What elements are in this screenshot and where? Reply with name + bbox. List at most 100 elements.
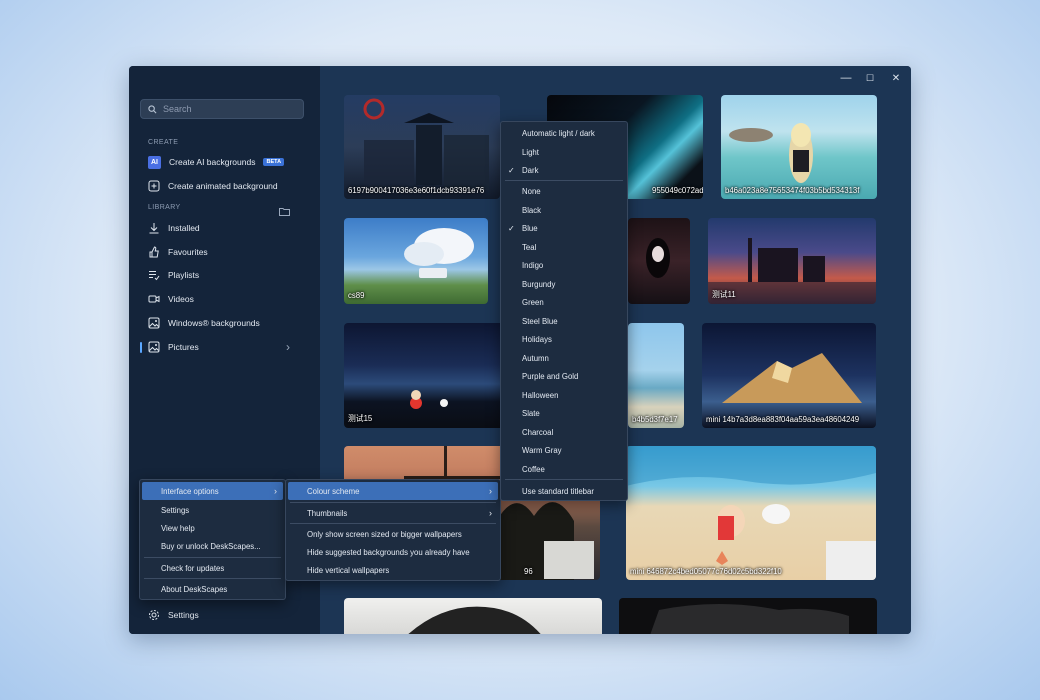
menu-item-label: None [522,186,541,196]
menu-item-label: Indigo [522,260,544,270]
interface-options-submenu: Colour scheme › Thumbnails › Only show s… [285,479,501,581]
wallpaper-tile[interactable]: 6197b900417036e3e60f1dcb93391e76 [344,95,500,199]
sidebar-item-label: Playlists [168,270,200,280]
close-button[interactable]: ✕ [885,70,907,86]
sidebar-item-installed[interactable]: Installed [141,218,307,238]
colour-option-none[interactable]: None [503,182,625,200]
search-input[interactable] [163,104,293,114]
menu-item-label: Burgundy [522,279,556,289]
beta-badge: BETA [263,158,285,166]
image-icon [148,317,160,329]
wallpaper-tile[interactable]: cs89 [344,218,488,304]
colour-option-charcoal[interactable]: Charcoal [503,423,625,441]
colour-option-automatic[interactable]: Automatic light / dark [503,124,625,142]
menu-item-label: Use standard titlebar [522,486,594,496]
tile-caption: 955049c072ad9e6 [652,186,703,195]
sidebar-item-label: Create AI backgrounds [169,157,256,167]
menu-item-thumbnails[interactable]: Thumbnails › [288,504,498,522]
sidebar-item-pictures[interactable]: Pictures › [140,337,307,357]
menu-item-label: Green [522,297,544,307]
menu-item-buy-unlock[interactable]: Buy or unlock DeskScapes... [142,537,283,555]
sidebar-item-settings[interactable]: Settings [141,605,307,625]
video-icon [148,293,160,305]
colour-option-green[interactable]: Green [503,293,625,311]
menu-item-standard-titlebar[interactable]: Use standard titlebar [503,482,625,500]
menu-item-label: Purple and Gold [522,371,579,381]
colour-option-holidays[interactable]: Holidays [503,330,625,348]
sidebar-item-windows-backgrounds[interactable]: Windows® backgrounds [141,313,307,333]
sidebar-item-playlists[interactable]: Playlists [141,265,307,285]
menu-item-label: Only show screen sized or bigger wallpap… [307,529,462,539]
menu-item-colour-scheme[interactable]: Colour scheme › [288,482,498,500]
sidebar-item-label: Pictures [168,342,199,352]
tile-caption: b4b5d3f7e17 [632,415,678,424]
download-icon [148,222,160,234]
wallpaper-tile[interactable]: mini 646872c4bed05077c76d02c5bd322f10 [626,446,876,580]
colour-option-dark[interactable]: ✓ Dark [503,161,625,179]
menu-separator [144,557,281,558]
menu-item-interface-options[interactable]: Interface options › [142,482,283,500]
check-icon: ✓ [508,223,515,233]
search-box[interactable] [140,99,304,119]
add-icon [148,180,160,192]
menu-item-view-help[interactable]: View help [142,519,283,537]
wallpaper-tile[interactable]: 测试11 [708,218,876,304]
colour-option-teal[interactable]: Teal [503,238,625,256]
sidebar-item-create-ai[interactable]: AI Create AI backgrounds BETA [141,152,307,172]
wallpaper-tile[interactable] [628,218,690,304]
colour-option-warm-gray[interactable]: Warm Gray [503,441,625,459]
tile-caption: 测试11 [712,290,736,299]
tile-caption: 测试15 [348,414,373,423]
menu-separator [505,479,623,480]
chevron-right-icon[interactable]: › [286,340,290,354]
sidebar-item-label: Favourites [168,247,208,257]
menu-item-label: Holidays [522,334,552,344]
check-icon: ✓ [508,165,515,175]
menu-item-label: Black [522,205,542,215]
menu-item-label: Teal [522,242,537,252]
colour-option-burgundy[interactable]: Burgundy [503,275,625,293]
sidebar-item-create-animated[interactable]: Create animated background [141,176,307,196]
menu-item-label: Buy or unlock DeskScapes... [161,541,261,551]
sidebar-item-favourites[interactable]: Favourites [141,242,307,262]
wallpaper-tile[interactable]: mini 14b7a3d8ea883f04aa59a3ea48604249 [702,323,876,428]
wallpaper-tile[interactable]: 测试15 [344,323,504,428]
wallpaper-tile[interactable] [344,598,602,634]
menu-item-hide-suggested[interactable]: Hide suggested backgrounds you already h… [288,543,498,561]
tile-caption: cs89 [348,291,365,300]
menu-item-label: Slate [522,408,540,418]
menu-item-about[interactable]: About DeskScapes [142,580,283,598]
colour-option-light[interactable]: Light [503,143,625,161]
menu-separator [144,578,281,579]
close-icon: ✕ [891,72,901,84]
colour-option-autumn[interactable]: Autumn [503,349,625,367]
wallpaper-tile[interactable] [619,598,877,634]
sidebar-item-videos[interactable]: Videos [141,289,307,309]
menu-item-hide-vertical[interactable]: Hide vertical wallpapers [288,561,498,579]
menu-item-label: Coffee [522,464,545,474]
menu-separator [505,180,623,181]
wallpaper-tile[interactable]: b46a023a8e75653474f03b5bd534313f [721,95,877,199]
menu-separator [290,523,496,524]
search-icon [148,104,157,113]
colour-option-blue[interactable]: ✓ Blue [503,219,625,237]
minimize-button[interactable]: — [835,70,857,86]
colour-option-coffee[interactable]: Coffee [503,460,625,478]
menu-item-label: Blue [522,223,538,233]
sidebar-item-label: Windows® backgrounds [168,318,260,328]
menu-item-label: About DeskScapes [161,584,228,594]
sidebar-item-label: Create animated background [168,181,278,191]
colour-option-indigo[interactable]: Indigo [503,256,625,274]
tile-caption: mini 646872c4bed05077c76d02c5bd322f10 [630,567,782,576]
colour-option-steel-blue[interactable]: Steel Blue [503,312,625,330]
chevron-right-icon: › [274,486,277,496]
colour-option-slate[interactable]: Slate [503,404,625,422]
wallpaper-tile[interactable]: b4b5d3f7e17 [628,323,684,428]
maximize-button[interactable]: ☐ [859,70,881,86]
colour-option-black[interactable]: Black [503,201,625,219]
colour-option-purple-gold[interactable]: Purple and Gold [503,367,625,385]
menu-item-settings[interactable]: Settings [142,501,283,519]
menu-item-only-screen-sized[interactable]: Only show screen sized or bigger wallpap… [288,525,498,543]
colour-option-halloween[interactable]: Halloween [503,386,625,404]
menu-item-check-updates[interactable]: Check for updates [142,559,283,577]
